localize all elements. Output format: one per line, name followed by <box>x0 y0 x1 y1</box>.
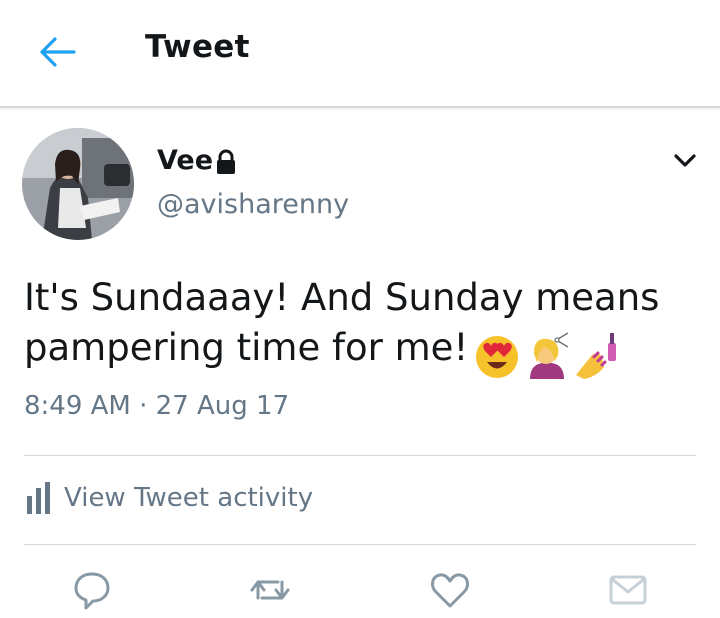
tweet-timestamp: 8:49 AM · 27 Aug 17 <box>24 391 290 421</box>
view-tweet-activity-label: View Tweet activity <box>64 483 314 513</box>
bar-chart-icon <box>27 482 50 514</box>
tweet-options-button[interactable] <box>670 148 700 174</box>
like-button[interactable] <box>428 568 472 612</box>
reply-button[interactable] <box>70 568 114 612</box>
display-name[interactable]: Vee <box>157 145 213 176</box>
direct-message-button[interactable] <box>606 568 650 612</box>
back-arrow-icon <box>40 37 76 67</box>
divider <box>24 544 696 545</box>
user-handle[interactable]: @avisharenny <box>157 189 349 220</box>
chevron-down-icon <box>674 154 696 167</box>
back-button[interactable] <box>38 34 78 70</box>
view-tweet-activity-link[interactable]: View Tweet activity <box>24 478 313 518</box>
retweet-icon <box>250 580 290 600</box>
page-title: Tweet <box>145 29 250 65</box>
retweet-button[interactable] <box>248 568 292 612</box>
envelope-icon <box>609 575 647 605</box>
person-getting-haircut-emoji-icon <box>530 331 569 379</box>
lock-icon <box>215 149 237 175</box>
emoji-group <box>472 329 622 381</box>
avatar[interactable] <box>22 128 134 240</box>
reply-icon <box>74 572 110 610</box>
tweet-text: It's Sundaaay! And Sunday means pamperin… <box>24 273 704 381</box>
top-bar: Tweet <box>0 0 720 108</box>
avatar-photo <box>22 128 134 240</box>
divider <box>24 455 696 456</box>
heart-icon <box>431 573 469 608</box>
heart-eyes-emoji-icon <box>476 335 519 378</box>
tweet-action-bar <box>0 568 720 618</box>
nail-polish-emoji-icon <box>576 332 617 379</box>
